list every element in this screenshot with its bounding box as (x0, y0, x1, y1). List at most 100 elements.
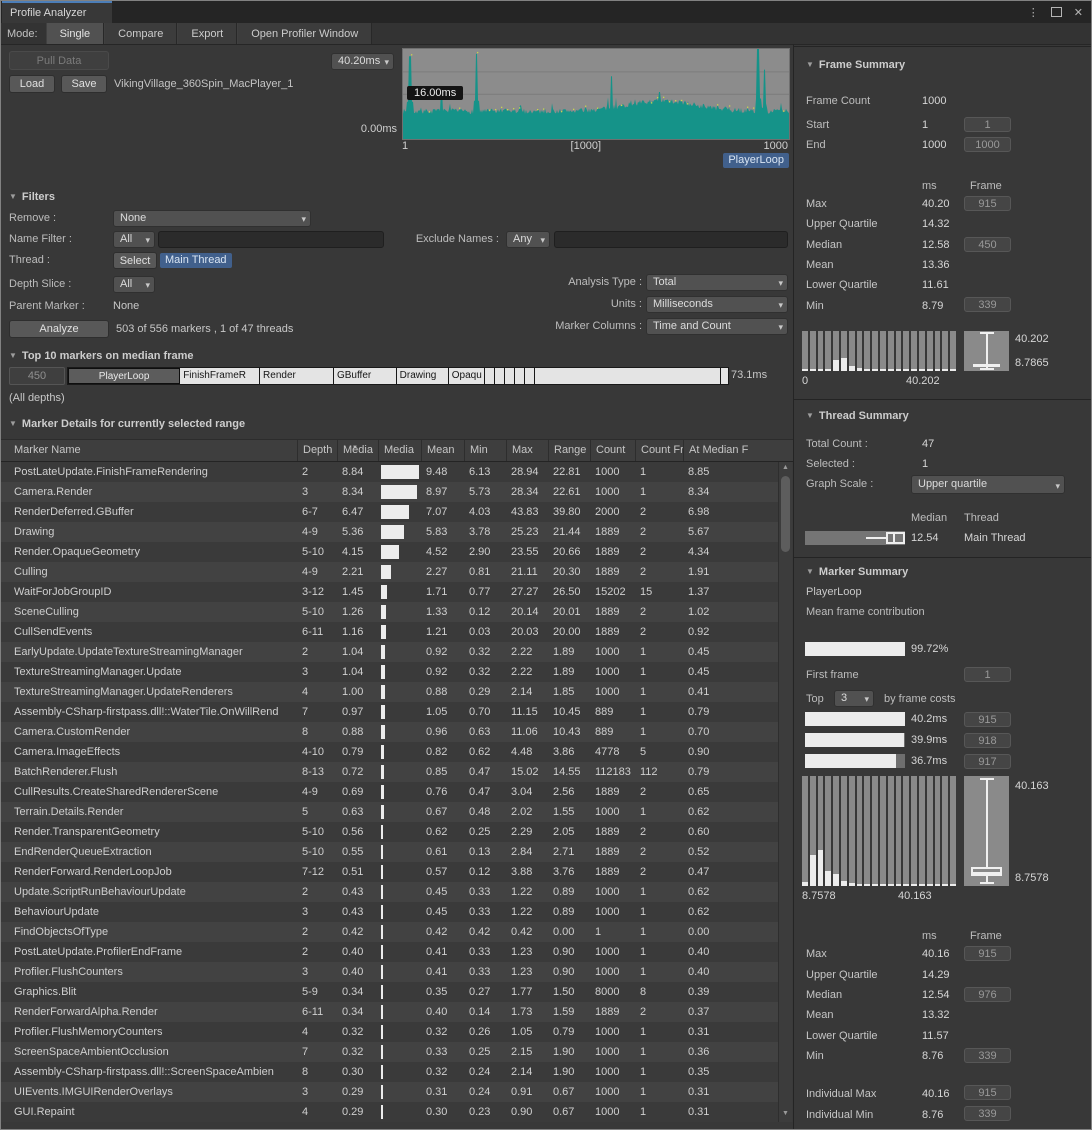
table-row[interactable]: RenderForward.RenderLoopJob7-120.510.570… (1, 862, 778, 882)
table-row[interactable]: TextureStreamingManager.Update31.040.920… (1, 662, 778, 682)
top10-segment-playerloop[interactable]: PlayerLoop (68, 368, 180, 384)
median-frame-badge[interactable]: 450 (9, 367, 65, 385)
table-row[interactable]: WaitForJobGroupID3-121.451.710.7727.2726… (1, 582, 778, 602)
table-row[interactable]: CullResults.CreateSharedRendererScene4-9… (1, 782, 778, 802)
top10-segment-finishframer[interactable]: FinishFrameR (180, 368, 260, 384)
table-row[interactable]: EarlyUpdate.UpdateTextureStreamingManage… (1, 642, 778, 662)
column-header-max[interactable]: Max (506, 440, 548, 461)
table-row[interactable]: TextureStreamingManager.UpdateRenderers4… (1, 682, 778, 702)
top10-header[interactable]: ▼Top 10 markers on median frame (9, 350, 194, 362)
table-row[interactable]: PostLateUpdate.ProfilerEndFrame20.400.41… (1, 942, 778, 962)
table-row[interactable]: BatchRenderer.Flush8-130.720.850.4715.02… (1, 762, 778, 782)
table-row[interactable]: Camera.Render38.348.975.7328.3422.611000… (1, 482, 778, 502)
save-button[interactable]: Save (61, 75, 107, 93)
frame-jump-button[interactable]: 1000 (964, 137, 1011, 152)
thread-select-button[interactable]: Select (113, 252, 157, 269)
column-header-count[interactable]: Count (590, 440, 635, 461)
mode-open-profiler-window[interactable]: Open Profiler Window (237, 23, 372, 44)
remove-dropdown[interactable]: None▾ (113, 210, 311, 227)
column-header-media[interactable]: Media (378, 440, 421, 461)
filters-header[interactable]: ▼Filters (9, 191, 55, 203)
top10-segment-drawing[interactable]: Drawing (397, 368, 449, 384)
name-filter-mode-dropdown[interactable]: All▾ (113, 231, 155, 248)
frame-jump-button[interactable]: 915 (964, 1085, 1011, 1100)
table-row[interactable]: Assembly-CSharp-firstpass.dll!::WaterTil… (1, 702, 778, 722)
top10-segment-opaqu[interactable]: Opaqu (449, 368, 485, 384)
name-filter-input[interactable] (158, 231, 384, 248)
table-row[interactable]: Render.TransparentGeometry5-100.560.620.… (1, 822, 778, 842)
top10-segment[interactable] (535, 368, 722, 384)
load-button[interactable]: Load (9, 75, 55, 93)
frame-jump-button[interactable]: 915 (964, 712, 1011, 727)
frame-time-chart[interactable]: 16.00ms (402, 48, 790, 140)
column-header-depth[interactable]: Depth (297, 440, 337, 461)
frame-jump-button[interactable]: 917 (964, 754, 1011, 769)
thread-summary-header[interactable]: ▼Thread Summary (806, 410, 909, 422)
mode-export[interactable]: Export (177, 23, 237, 44)
top10-segment[interactable] (495, 368, 505, 384)
column-header-at-median-f[interactable]: At Median F (683, 440, 770, 461)
top10-segment[interactable] (525, 368, 535, 384)
table-row[interactable]: RenderDeferred.GBuffer6-76.477.074.0343.… (1, 502, 778, 522)
column-header-count-fra[interactable]: Count Fra (635, 440, 683, 461)
marker-summary-header[interactable]: ▼Marker Summary (806, 566, 908, 578)
column-header-range[interactable]: Range (548, 440, 590, 461)
table-row[interactable]: EndRenderQueueExtraction5-100.550.610.13… (1, 842, 778, 862)
column-header-min[interactable]: Min (464, 440, 506, 461)
mode-compare[interactable]: Compare (104, 23, 177, 44)
table-row[interactable]: Terrain.Details.Render50.630.670.482.021… (1, 802, 778, 822)
table-row[interactable]: SceneCulling5-101.261.330.1220.1420.0118… (1, 602, 778, 622)
table-row[interactable]: PostLateUpdate.FinishFrameRendering28.84… (1, 462, 778, 482)
frame-jump-button[interactable]: 1 (964, 117, 1011, 132)
table-row[interactable]: Update.ScriptRunBehaviourUpdate20.430.45… (1, 882, 778, 902)
kebab-menu-icon[interactable]: ⋮ (1028, 6, 1039, 19)
exclude-names-input[interactable] (554, 231, 788, 248)
tab-profile-analyzer[interactable]: Profile Analyzer (2, 1, 112, 23)
table-row[interactable]: Drawing4-95.365.833.7825.2321.44188925.6… (1, 522, 778, 542)
maximize-icon[interactable] (1051, 7, 1062, 17)
units-dropdown[interactable]: Milliseconds▾ (646, 296, 788, 313)
depth-slice-dropdown[interactable]: All▾ (113, 276, 155, 293)
marker-details-header[interactable]: ▼Marker Details for currently selected r… (9, 418, 245, 430)
column-header-mean[interactable]: Mean (421, 440, 464, 461)
table-row[interactable]: BehaviourUpdate30.430.450.331.220.891000… (1, 902, 778, 922)
pull-data-button[interactable]: Pull Data (9, 51, 109, 70)
graph-scale-dropdown[interactable]: Upper quartile▾ (911, 475, 1065, 494)
table-row[interactable]: ScreenSpaceAmbientOcclusion70.320.330.25… (1, 1042, 778, 1062)
table-row[interactable]: Profiler.FlushMemoryCounters40.320.320.2… (1, 1022, 778, 1042)
frame-summary-header[interactable]: ▼Frame Summary (806, 59, 905, 71)
top-n-dropdown[interactable]: 3▾ (834, 690, 874, 707)
frame-jump-button[interactable]: 915 (964, 196, 1011, 211)
marker-columns-dropdown[interactable]: Time and Count▾ (646, 318, 788, 335)
chart-scale-dropdown[interactable]: 40.20ms ▾ (331, 53, 394, 70)
frame-jump-button[interactable]: 339 (964, 297, 1011, 312)
table-row[interactable]: CullSendEvents6-111.161.210.0320.0320.00… (1, 622, 778, 642)
scrollbar-thumb[interactable] (781, 476, 790, 552)
table-scrollbar[interactable]: ▲ ▼ (778, 462, 792, 1122)
table-row[interactable]: RenderForwardAlpha.Render6-110.340.400.1… (1, 1002, 778, 1022)
table-row[interactable]: Graphics.Blit5-90.340.350.271.771.508000… (1, 982, 778, 1002)
table-row[interactable]: Assembly-CSharp-firstpass.dll!::ScreenSp… (1, 1062, 778, 1082)
frame-jump-button[interactable]: 339 (964, 1048, 1011, 1063)
mode-single[interactable]: Single (46, 23, 105, 44)
table-row[interactable]: UIEvents.IMGUIRenderOverlays30.290.310.2… (1, 1082, 778, 1102)
close-icon[interactable]: ✕ (1074, 6, 1083, 19)
column-header-media[interactable]: ▼Media (337, 440, 378, 461)
frame-jump-button[interactable]: 450 (964, 237, 1011, 252)
table-row[interactable]: Camera.CustomRender80.880.960.6311.0610.… (1, 722, 778, 742)
top10-segment-gbuffer[interactable]: GBuffer (334, 368, 397, 384)
frame-jump-button[interactable]: 915 (964, 946, 1011, 961)
top10-segment-render[interactable]: Render (260, 368, 334, 384)
analysis-type-dropdown[interactable]: Total▾ (646, 274, 788, 291)
table-row[interactable]: Render.OpaqueGeometry5-104.154.522.9023.… (1, 542, 778, 562)
top10-segment[interactable] (485, 368, 495, 384)
frame-jump-button[interactable]: 918 (964, 733, 1011, 748)
exclude-mode-dropdown[interactable]: Any▾ (506, 231, 550, 248)
analyze-button[interactable]: Analyze (9, 320, 109, 338)
frame-jump-button[interactable]: 976 (964, 987, 1011, 1002)
table-row[interactable]: Profiler.FlushCounters30.400.410.331.230… (1, 962, 778, 982)
table-row[interactable]: Culling4-92.212.270.8121.1120.30188921.9… (1, 562, 778, 582)
column-header-marker-name[interactable]: Marker Name (1, 440, 297, 461)
frame-jump-button[interactable]: 339 (964, 1106, 1011, 1121)
frame-jump-button[interactable]: 1 (964, 667, 1011, 682)
